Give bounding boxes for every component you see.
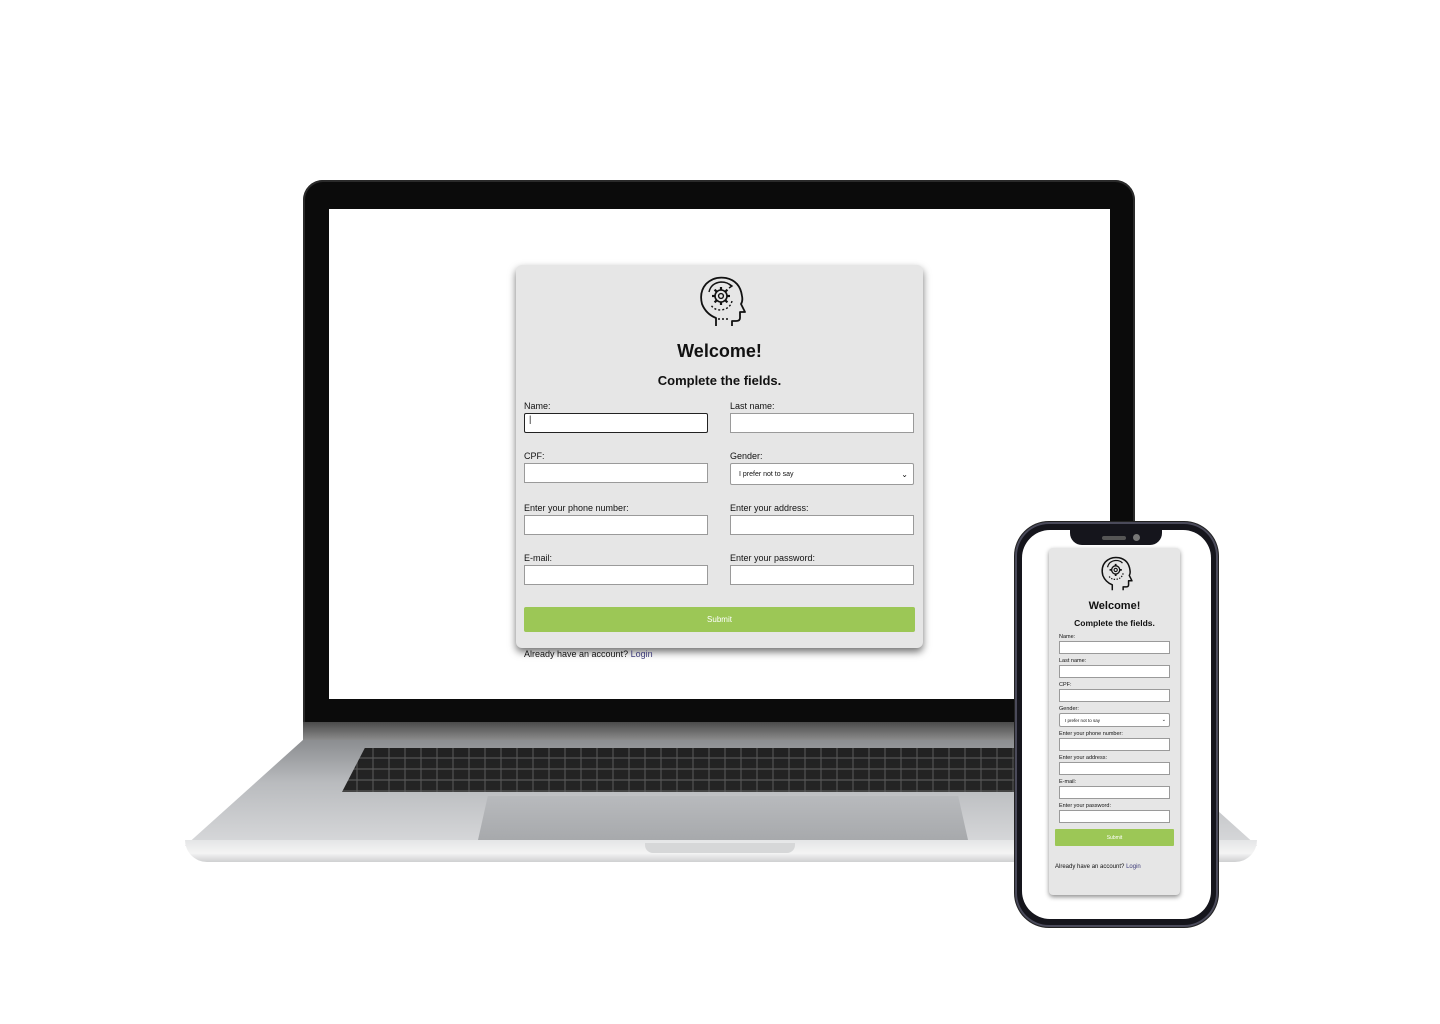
form-grid: Name: | Last name: CPF: Gender: I prefer… (516, 401, 923, 585)
signup-card: Welcome! Complete the fields. Name: | La… (516, 265, 923, 659)
mobile-login-prompt: Already have an account? Login (1055, 864, 1174, 870)
mobile-email-input[interactable] (1059, 786, 1170, 799)
mobile-cpf-input[interactable] (1059, 689, 1170, 702)
chevron-down-icon: ⌄ (1161, 717, 1166, 723)
mobile-phone-label: Enter your phone number: (1059, 731, 1123, 737)
mobile-address-label: Enter your address: (1059, 755, 1107, 761)
head-with-gear-icon (699, 276, 746, 326)
address-group: Enter your address: (730, 503, 914, 535)
login-prompt: Already have an account? Login (524, 649, 915, 659)
email-input[interactable] (524, 565, 708, 585)
mobile-login-link[interactable]: Login (1126, 864, 1141, 870)
email-label: E-mail: (524, 553, 553, 563)
mobile-name-label: Name: (1059, 634, 1076, 640)
gender-label: Gender: (730, 451, 763, 461)
mobile-last-name-group: Last name: (1059, 658, 1170, 678)
mobile-phone-input[interactable] (1059, 738, 1170, 751)
mobile-gender-selected-value: I prefer not to say (1065, 717, 1101, 723)
name-input[interactable]: | (524, 413, 708, 433)
phone-screen: Welcome! Complete the fields. Name: Last… (1022, 530, 1211, 919)
name-label: Name: (524, 401, 551, 411)
mobile-cpf-label: CPF: (1059, 682, 1072, 688)
password-input[interactable] (730, 565, 914, 585)
mobile-subtitle: Complete the fields. (1074, 618, 1155, 628)
mobile-password-label: Enter your password: (1059, 803, 1111, 809)
phone-input[interactable] (524, 515, 708, 535)
chevron-down-icon: ⌄ (901, 469, 908, 479)
welcome-heading: Welcome! (677, 341, 762, 361)
gender-select[interactable]: I prefer not to say ⌄ (730, 463, 914, 485)
mobile-email-group: E-mail: (1059, 779, 1170, 799)
subtitle: Complete the fields. (657, 373, 782, 388)
gender-selected-value: I prefer not to say (739, 470, 794, 478)
cpf-label: CPF: (524, 451, 545, 461)
login-prompt-text: Already have an account? (524, 649, 629, 659)
last-name-group: Last name: (730, 401, 914, 433)
gender-group: Gender: I prefer not to say ⌄ (730, 451, 914, 485)
laptop-trackpad (478, 796, 968, 840)
cpf-group: CPF: (524, 451, 708, 485)
mobile-password-group: Enter your password: (1059, 803, 1170, 823)
submit-button[interactable]: Submit (524, 607, 915, 632)
mobile-last-name-label: Last name: (1059, 658, 1087, 664)
password-label: Enter your password: (730, 553, 816, 563)
password-group: Enter your password: (730, 553, 914, 585)
mobile-name-group: Name: (1059, 634, 1170, 654)
mobile-signup-card: Welcome! Complete the fields. Name: Last… (1049, 548, 1180, 895)
mobile-password-input[interactable] (1059, 810, 1170, 823)
address-input[interactable] (730, 515, 914, 535)
phone-label: Enter your phone number: (524, 503, 629, 513)
mobile-login-prompt-text: Already have an account? (1055, 864, 1125, 870)
email-group: E-mail: (524, 553, 708, 585)
address-label: Enter your address: (730, 503, 809, 513)
last-name-label: Last name: (730, 401, 775, 411)
login-link[interactable]: Login (631, 649, 653, 659)
mobile-phone-group: Enter your phone number: (1059, 731, 1170, 751)
mobile-submit-button[interactable]: Submit (1055, 829, 1174, 846)
mobile-gender-label: Gender: (1059, 706, 1079, 712)
mobile-cpf-group: CPF: (1059, 682, 1170, 702)
mobile-welcome-heading: Welcome! (1088, 600, 1141, 612)
head-with-gear-icon (1100, 556, 1133, 591)
mobile-last-name-input[interactable] (1059, 665, 1170, 678)
last-name-input[interactable] (730, 413, 914, 433)
laptop-keyboard (342, 748, 1102, 792)
mobile-gender-group: Gender: I prefer not to say ⌄ (1059, 706, 1170, 727)
mobile-form-fields: Name: Last name: CPF: Gender: I prefer n… (1049, 634, 1180, 823)
mobile-gender-select[interactable]: I prefer not to say ⌄ (1059, 713, 1170, 727)
phone-camera (1133, 534, 1140, 541)
laptop-screen: Welcome! Complete the fields. Name: | La… (329, 209, 1110, 699)
mobile-address-input[interactable] (1059, 762, 1170, 775)
cpf-input[interactable] (524, 463, 708, 483)
phone-speaker (1102, 536, 1126, 540)
name-group: Name: | (524, 401, 708, 433)
phone-group: Enter your phone number: (524, 503, 708, 535)
mobile-email-label: E-mail: (1059, 779, 1077, 785)
mobile-name-input[interactable] (1059, 641, 1170, 654)
laptop-notch (645, 843, 795, 853)
mobile-address-group: Enter your address: (1059, 755, 1170, 775)
